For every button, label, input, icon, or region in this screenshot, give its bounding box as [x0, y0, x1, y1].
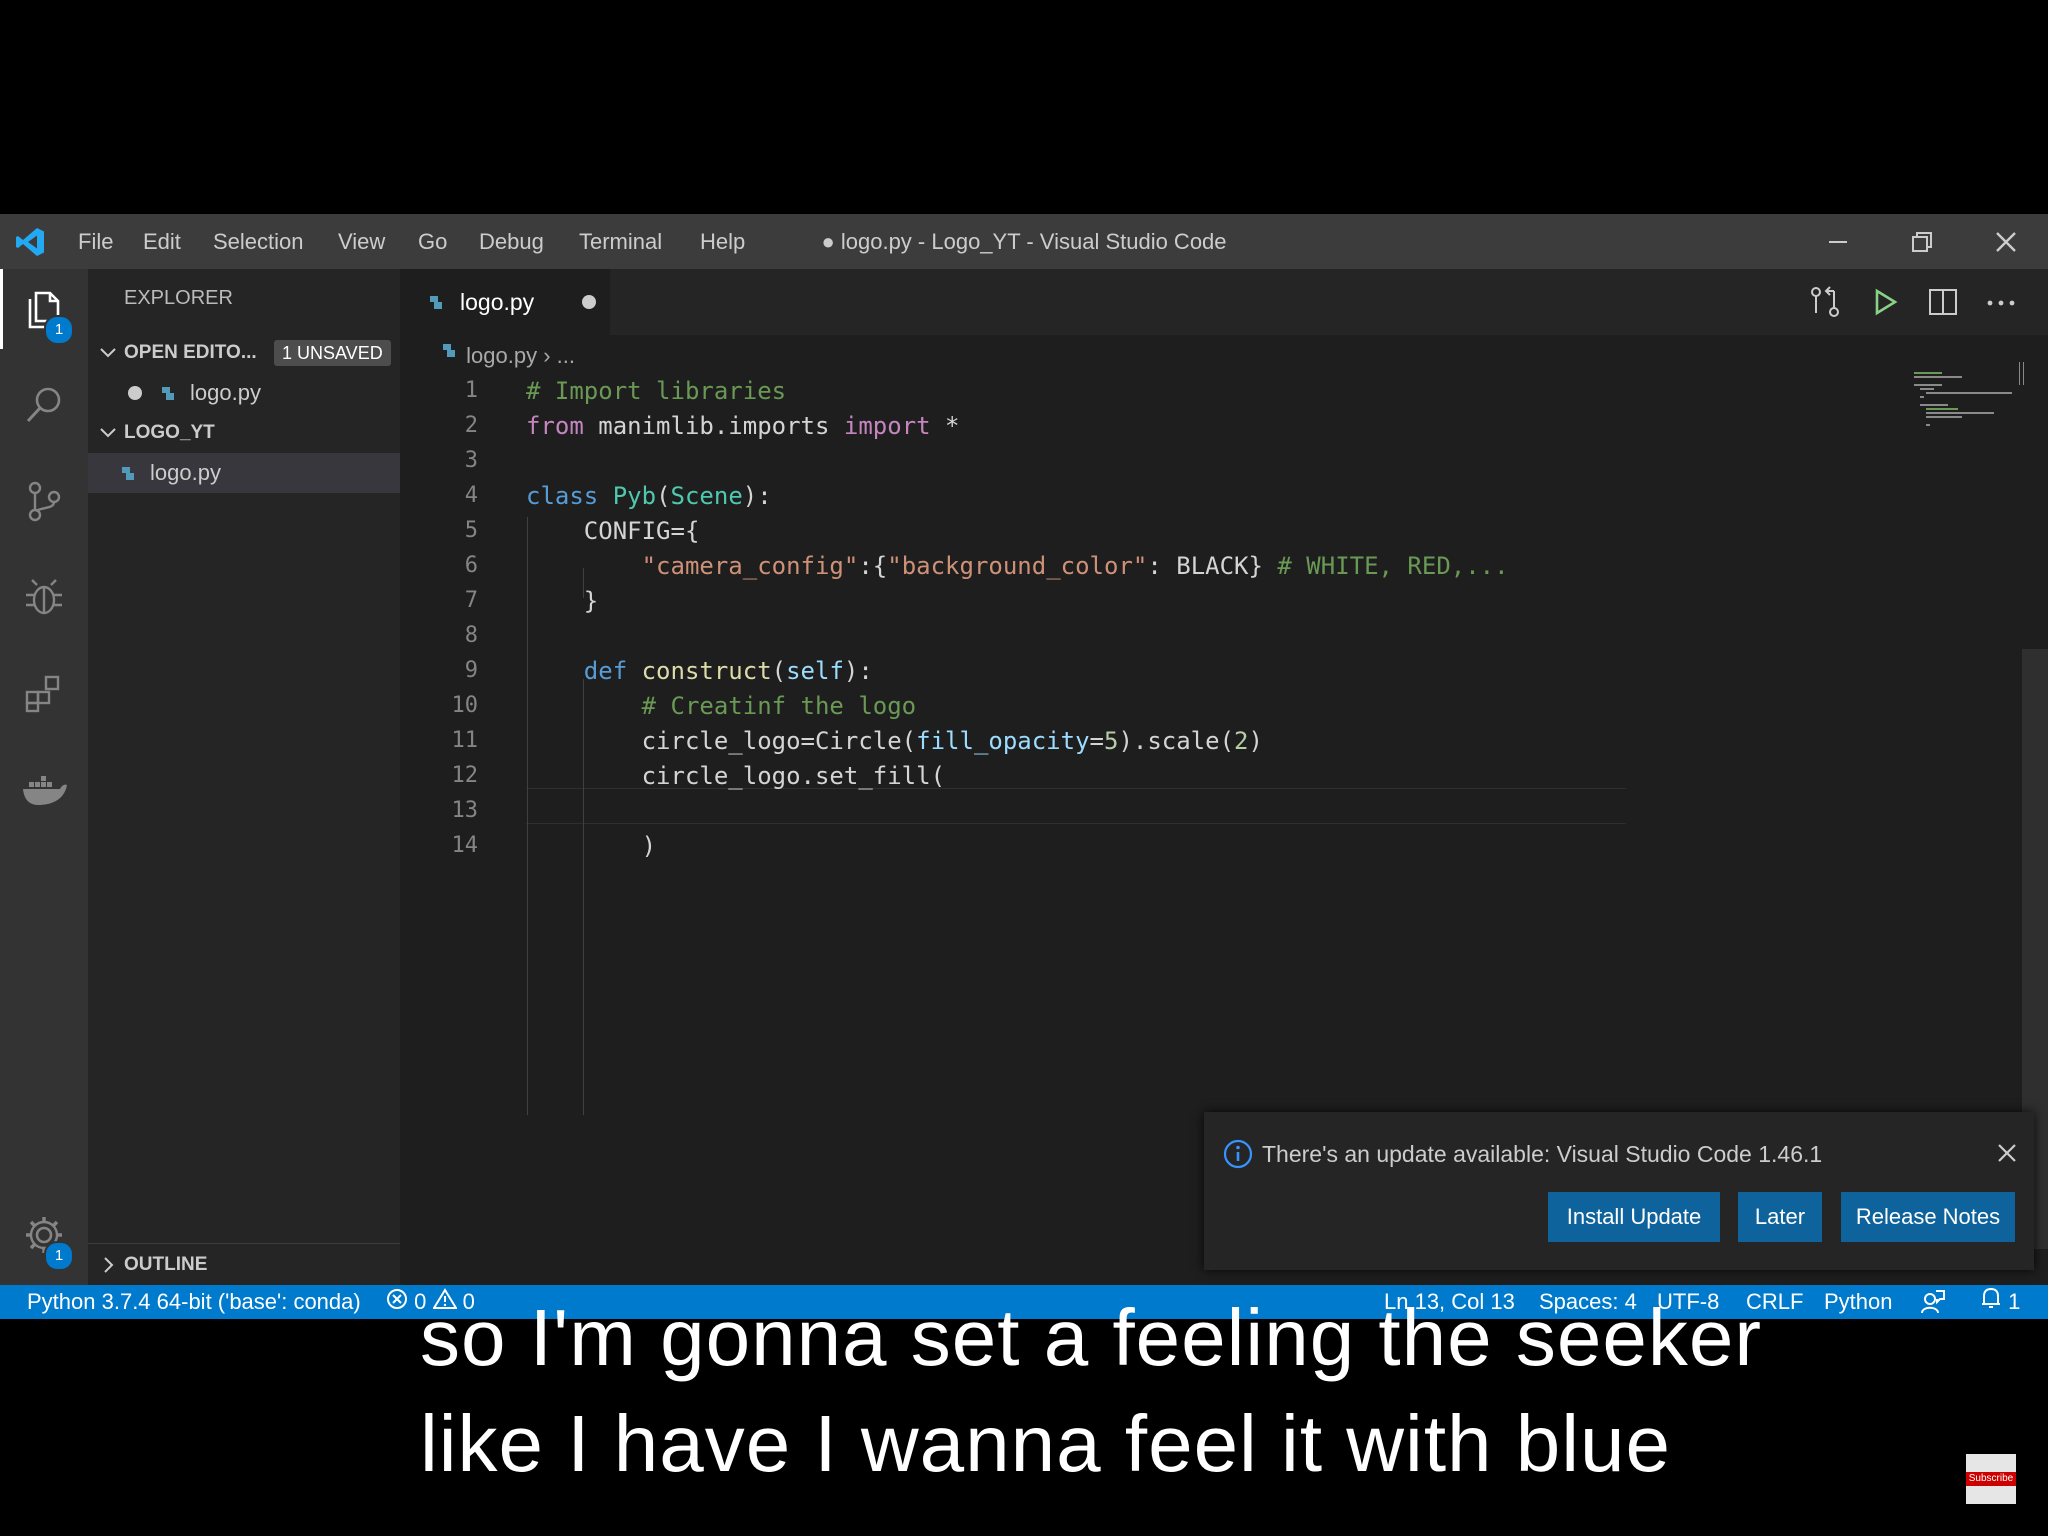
open-editors-label: OPEN EDITO...: [124, 342, 257, 363]
menu-terminal[interactable]: Terminal: [579, 214, 662, 269]
breadcrumb-file[interactable]: logo.py: [466, 343, 537, 368]
line-number: 8: [464, 623, 478, 648]
code-line-14[interactable]: ): [526, 832, 656, 860]
code-line-9[interactable]: def construct(self):: [526, 657, 873, 685]
folder-file-item[interactable]: logo.py: [88, 453, 400, 493]
code-line-2[interactable]: from manimlib.imports import *: [526, 412, 960, 440]
line-number: 13: [451, 798, 479, 823]
update-notification: There's an update available: Visual Stud…: [1204, 1112, 2034, 1270]
line-number: 12: [451, 763, 479, 788]
python-file-icon: [116, 453, 140, 506]
compare-changes-icon[interactable]: [1808, 285, 1842, 324]
install-update-button[interactable]: Install Update: [1548, 1192, 1720, 1242]
vscode-logo-icon: [14, 226, 46, 258]
line-number: 11: [451, 728, 479, 753]
info-icon: [1222, 1138, 1254, 1175]
line-number: 1: [464, 378, 478, 403]
notification-count: 1: [2008, 1289, 2021, 1314]
notifications-bell[interactable]: 1: [1980, 1285, 2020, 1319]
python-interpreter[interactable]: Python 3.7.4 64-bit ('base': conda): [27, 1285, 361, 1319]
menu-debug[interactable]: Debug: [479, 214, 544, 269]
line-number: 14: [451, 833, 479, 858]
code-line-6[interactable]: "camera_config":{"background_color": BLA…: [526, 552, 1509, 580]
restore-button[interactable]: [1892, 214, 1952, 269]
code-line-1[interactable]: # Import libraries: [526, 377, 786, 405]
minimap[interactable]: [1912, 369, 2022, 429]
unsaved-badge: 1 UNSAVED: [274, 340, 391, 366]
search-icon[interactable]: [0, 365, 88, 445]
line-number: 3: [464, 448, 478, 473]
breadcrumb: logo.py › ...: [438, 335, 575, 377]
tab-label: logo.py: [460, 289, 535, 315]
error-icon: [386, 1286, 408, 1320]
source-control-icon[interactable]: [0, 461, 88, 541]
explorer-badge: 1: [44, 315, 74, 345]
dirty-dot-icon[interactable]: [582, 295, 596, 309]
language-mode[interactable]: Python: [1824, 1285, 1893, 1319]
docker-icon[interactable]: [0, 749, 88, 829]
close-notification-icon[interactable]: [1994, 1140, 2020, 1171]
folder-label: LOGO_YT: [124, 422, 215, 443]
explorer-title: EXPLORER: [124, 287, 233, 309]
line-number: 7: [464, 588, 478, 613]
menu-selection[interactable]: Selection: [213, 214, 304, 269]
bell-icon: [1980, 1286, 2002, 1320]
activity-bar: 1 1: [0, 269, 88, 1285]
release-notes-button[interactable]: Release Notes: [1841, 1192, 2015, 1242]
folder-filename: logo.py: [150, 460, 221, 485]
python-file-icon: [438, 335, 460, 379]
caption-line-1: so I'm gonna set a feeling the seeker: [420, 1293, 1762, 1382]
code-line-10[interactable]: # Creatinf the logo: [526, 692, 917, 720]
subscribe-label: Subscribe: [1966, 1472, 2016, 1486]
breadcrumb-separator-icon: ›: [543, 343, 551, 368]
settings-gear-icon[interactable]: 1: [0, 1195, 88, 1275]
code-line-7[interactable]: }: [526, 587, 598, 615]
notification-message: There's an update available: Visual Stud…: [1262, 1141, 1823, 1167]
open-editor-item[interactable]: logo.py: [88, 373, 400, 413]
line-number: 6: [464, 553, 478, 578]
window-title: ● logo.py - Logo_YT - Visual Studio Code: [821, 229, 1227, 254]
code-line-5[interactable]: CONFIG={: [526, 517, 700, 545]
code-line-12[interactable]: circle_logo.set_fill(: [526, 762, 945, 790]
caption-line-2: like I have I wanna feel it with blue: [420, 1399, 1672, 1488]
line-number: 4: [464, 483, 478, 508]
line-number: 5: [464, 518, 478, 543]
unsaved-dot-icon: [128, 386, 142, 400]
menu-file[interactable]: File: [78, 214, 113, 269]
menu-help[interactable]: Help: [700, 214, 745, 269]
code-line-11[interactable]: circle_logo=Circle(fill_opacity=5).scale…: [526, 727, 1263, 755]
outline-label: OUTLINE: [124, 1254, 208, 1275]
feedback-icon[interactable]: [1920, 1285, 1946, 1319]
more-actions-icon[interactable]: [1984, 285, 2018, 324]
line-number: 9: [464, 658, 478, 683]
line-number: 10: [451, 693, 479, 718]
close-window-button[interactable]: [1976, 214, 2036, 269]
tab-strip: logo.py: [400, 269, 2048, 335]
explorer-icon[interactable]: 1: [0, 269, 88, 349]
settings-badge: 1: [44, 1241, 74, 1271]
open-editor-filename: logo.py: [190, 380, 261, 405]
outline-header[interactable]: OUTLINE: [88, 1245, 400, 1285]
title-bar: File Edit Selection View Go Debug Termin…: [0, 214, 2048, 269]
menu-go[interactable]: Go: [418, 214, 447, 269]
breadcrumb-rest[interactable]: ...: [557, 343, 575, 368]
menu-view[interactable]: View: [338, 214, 385, 269]
python-file-icon: [424, 282, 448, 327]
split-editor-icon[interactable]: [1926, 285, 1960, 324]
run-file-icon[interactable]: [1868, 285, 1902, 324]
menu-edit[interactable]: Edit: [143, 214, 181, 269]
line-number: 2: [464, 413, 478, 438]
code-line-4[interactable]: class Pyb(Scene):: [526, 482, 772, 510]
tab-logo-py[interactable]: logo.py: [400, 269, 610, 335]
current-line-highlight: [526, 788, 1626, 824]
debug-icon[interactable]: [0, 557, 88, 637]
open-editors-header[interactable]: OPEN EDITO... 1 UNSAVED: [88, 333, 400, 373]
subscribe-watermark[interactable]: Subscribe: [1966, 1454, 2016, 1504]
minimize-button[interactable]: [1808, 214, 1868, 269]
folder-header[interactable]: LOGO_YT: [88, 413, 400, 453]
outline-divider: [88, 1243, 400, 1244]
explorer-sidebar: EXPLORER OPEN EDITO... 1 UNSAVED logo.py…: [88, 269, 400, 1285]
later-button[interactable]: Later: [1738, 1192, 1822, 1242]
extensions-icon[interactable]: [0, 653, 88, 733]
